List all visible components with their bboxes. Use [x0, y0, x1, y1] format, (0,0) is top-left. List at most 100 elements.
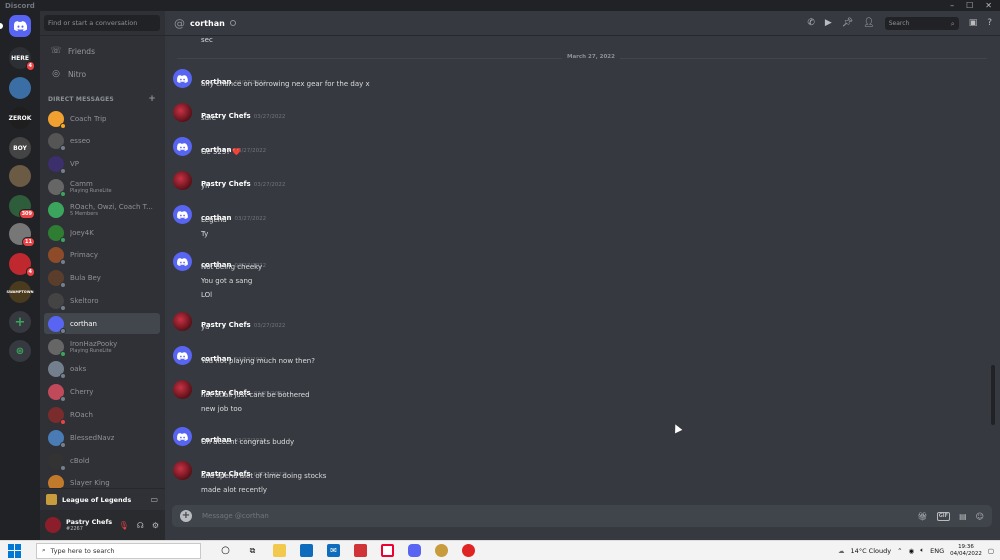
network-icon[interactable]: ◉ [909, 547, 915, 555]
pin-icon[interactable]: 📌︎ [842, 18, 853, 28]
message-composer[interactable]: + Message @corthan 🎁︎ GIF ▤ ☺ [172, 505, 992, 527]
office-icon[interactable] [354, 544, 367, 557]
maximize-icon[interactable]: ☐ [966, 1, 973, 10]
message-avatar[interactable] [173, 137, 192, 156]
discord-home-button[interactable] [0, 15, 31, 37]
inbox-icon[interactable]: ▣ [969, 18, 978, 28]
dm-item[interactable]: ROach, Owzi, Coach T... 5 Members [44, 199, 160, 220]
status-indicator [60, 122, 66, 129]
server-icon[interactable]: 309 [9, 195, 35, 219]
message-avatar[interactable] [173, 69, 192, 88]
deafen-icon[interactable]: ☊ [137, 521, 144, 530]
header-search-input[interactable]: Search ⌕ [884, 16, 959, 30]
dm-item[interactable]: Camm Playing RuneLite [44, 176, 160, 197]
help-icon[interactable]: ? [987, 18, 992, 28]
message-avatar[interactable] [173, 346, 192, 365]
message-avatar[interactable] [173, 427, 192, 446]
server-icon[interactable]: ZEROK [9, 107, 31, 129]
dm-item[interactable]: oaks [44, 359, 160, 380]
nitro-nav[interactable]: ◎ Nitro [44, 65, 160, 83]
media-taskbar-icon[interactable] [462, 544, 475, 557]
add-friend-icon[interactable]: 👤︎ [863, 18, 874, 28]
dm-subtitle: Playing RuneLite [70, 187, 112, 194]
status-indicator [60, 373, 66, 380]
server-icon[interactable]: SWAMPTOWN [6, 281, 34, 303]
voice-status[interactable]: League of Legends ▭ [40, 488, 165, 510]
opera-icon[interactable] [381, 544, 394, 557]
dm-item[interactable]: esseo [44, 131, 160, 152]
dm-item[interactable]: Primacy [44, 245, 160, 266]
server-icon[interactable] [9, 77, 31, 99]
minimize-icon[interactable]: – [950, 1, 954, 10]
server-icon[interactable] [9, 165, 31, 187]
server-icon[interactable]: HERE 4 [9, 47, 35, 71]
mute-icon[interactable]: 🎙︎ [119, 521, 129, 530]
dm-item[interactable]: Skeltoro [44, 290, 160, 311]
discord-taskbar-icon[interactable] [408, 544, 421, 557]
server-icon[interactable]: 11 [9, 223, 35, 247]
message-input[interactable]: Message @corthan [202, 512, 269, 520]
video-call-icon[interactable]: ▶ [825, 18, 832, 28]
tray-chevron-icon[interactable]: ⌃ [897, 547, 902, 555]
mention-badge: 309 [18, 209, 35, 219]
message-avatar[interactable] [173, 205, 192, 224]
user-name: Pastry Chefs [66, 518, 113, 526]
dm-item[interactable]: Bula Bey [44, 268, 160, 289]
message-avatar[interactable] [173, 171, 192, 190]
league-taskbar-icon[interactable] [435, 544, 448, 557]
windows-start-icon[interactable] [8, 543, 22, 558]
taskbar-search-input[interactable]: ⌕ Type here to search [36, 542, 201, 559]
weather-text[interactable]: 14°C Cloudy [851, 547, 892, 555]
dm-item[interactable]: Coach Trip [44, 108, 160, 129]
dm-item[interactable]: corthan [44, 313, 160, 335]
dm-avatar [48, 110, 66, 129]
mention-badge: 4 [25, 61, 35, 71]
server-icon[interactable]: BOY [9, 137, 31, 159]
close-icon[interactable]: ✕ [985, 1, 992, 10]
dm-item[interactable]: ROach [44, 404, 160, 425]
message-text: Ty [201, 230, 209, 238]
dm-item[interactable]: VP [44, 154, 160, 175]
dm-item[interactable]: BlessedNavz [44, 427, 160, 448]
mail-icon[interactable]: ✉ [327, 544, 340, 557]
create-dm-icon[interactable]: + [148, 95, 156, 104]
message-avatar[interactable] [173, 252, 192, 271]
message-avatar[interactable] [173, 103, 192, 122]
settings-icon[interactable]: ⚙ [152, 521, 159, 530]
gif-button[interactable]: GIF [936, 511, 951, 521]
sticker-icon[interactable]: ▤ [959, 512, 967, 521]
language-indicator[interactable]: ENG [930, 547, 944, 555]
dm-item[interactable]: IronHazPooky Playing RuneLite [44, 336, 160, 357]
dm-name: corthan [70, 319, 97, 328]
user-avatar[interactable] [45, 517, 61, 533]
friends-nav[interactable]: ☏ Friends [44, 42, 160, 60]
status-indicator [60, 190, 66, 197]
chat-scrollbar[interactable] [991, 365, 995, 425]
message-avatar[interactable] [173, 380, 192, 399]
cortana-icon[interactable]: ○ [219, 544, 232, 557]
dm-item[interactable]: Cherry [44, 382, 160, 403]
message-avatar[interactable] [173, 312, 192, 331]
file-explorer-icon[interactable] [273, 544, 286, 557]
screen-share-icon[interactable]: ▭ [150, 495, 158, 504]
dm-name: Skeltoro [70, 296, 99, 305]
taskbar-clock[interactable]: 19:36 04/04/2022 [950, 544, 982, 558]
server-icon[interactable]: 4 [9, 253, 35, 277]
dm-header: DIRECT MESSAGES + [48, 95, 156, 104]
upload-plus-icon[interactable]: + [180, 510, 192, 522]
dm-item[interactable]: Joey4K [44, 222, 160, 243]
emoji-icon[interactable]: ☺ [976, 512, 984, 521]
task-view-icon[interactable]: ⧉ [246, 544, 259, 557]
store-icon[interactable] [300, 544, 313, 557]
volume-icon[interactable]: 🔈︎ [920, 546, 924, 555]
message-text: not at all just cant be bothered [201, 391, 310, 399]
explore-servers-icon[interactable]: ⊛ [9, 340, 31, 362]
add-server-icon[interactable]: + [9, 311, 31, 333]
notifications-icon[interactable]: ▢ [988, 547, 994, 555]
voice-call-icon[interactable]: ✆ [807, 18, 815, 28]
dm-item[interactable]: cBold [44, 450, 160, 471]
dm-avatar [48, 406, 66, 425]
gift-icon[interactable]: 🎁︎ [918, 512, 928, 521]
message-avatar[interactable] [173, 461, 192, 480]
find-conversation-input[interactable]: Find or start a conversation [44, 15, 160, 31]
